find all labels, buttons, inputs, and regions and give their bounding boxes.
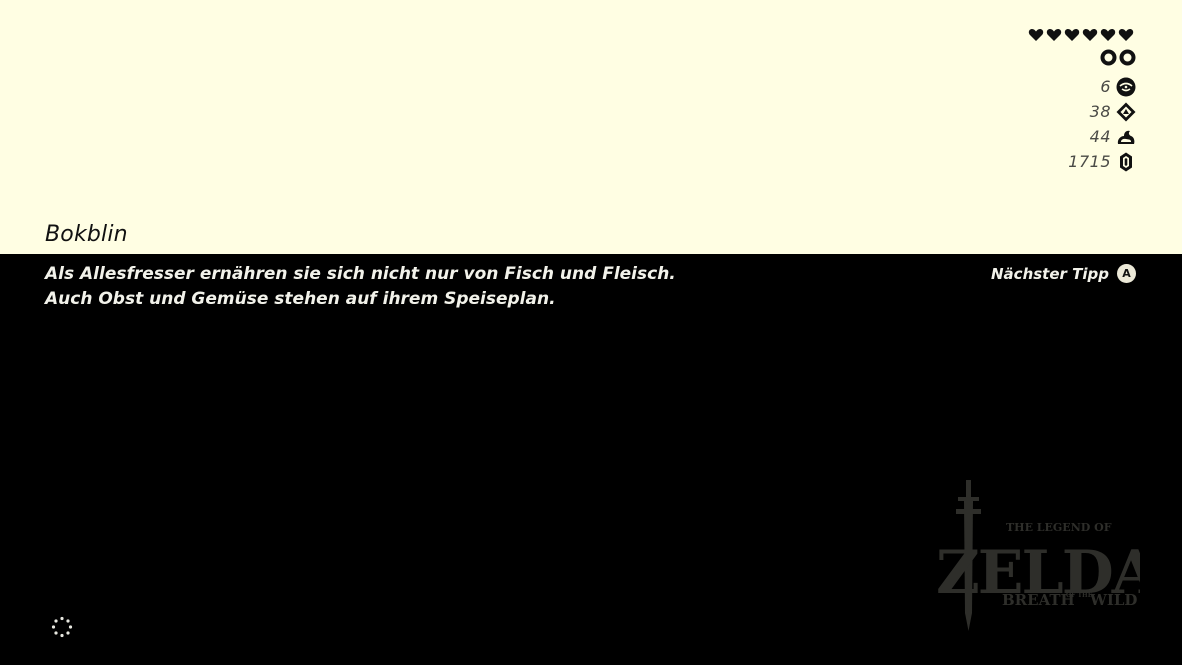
monster-piece-count: 44 [1089, 127, 1111, 146]
loading-spinner-icon [51, 616, 73, 638]
tip-text: Als Allesfresser ernähren sie sich nicht… [45, 262, 805, 312]
monster-piece-icon [1116, 127, 1136, 147]
resource-list: 6 38 44 1715 [1068, 74, 1136, 174]
logo-line-3: BREATH [1002, 591, 1075, 609]
heart-icon [1118, 27, 1134, 43]
korok-seed-counter: 6 [1100, 74, 1136, 99]
rupee-counter: 1715 [1068, 149, 1136, 174]
heart-icon [1028, 27, 1044, 43]
heart-icon [1082, 27, 1098, 43]
tip-line: Auch Obst und Gemüse stehen auf ihrem Sp… [45, 289, 556, 309]
tip-line: Als Allesfresser ernähren sie sich nicht… [45, 264, 676, 284]
korok-seed-icon [1116, 77, 1136, 97]
heart-icon [1100, 27, 1116, 43]
korok-seed-count: 6 [1100, 77, 1111, 96]
spirit-orb-icon [1116, 102, 1136, 122]
logo-line-4: WILD [1089, 591, 1137, 609]
heart-icon [1046, 27, 1062, 43]
stamina-wheel-row [1100, 49, 1136, 66]
logo-line-1: THE LEGEND OF [1006, 521, 1112, 534]
stamina-wheel-icon [1100, 49, 1117, 66]
spirit-orb-count: 38 [1089, 102, 1111, 121]
a-button-icon: A [1117, 264, 1136, 283]
next-tip-label: Nächster Tipp [991, 264, 1109, 283]
stamina-wheel-icon [1119, 49, 1136, 66]
top-panel: 6 38 44 1715 Bokblin [0, 0, 1182, 254]
hearts-row [1028, 27, 1134, 43]
heart-icon [1064, 27, 1080, 43]
monster-piece-counter: 44 [1090, 124, 1136, 149]
spirit-orb-counter: 38 [1090, 99, 1136, 124]
logo-line-3b: OF THE [1066, 592, 1093, 599]
next-tip-button[interactable]: Nächster Tipp A [991, 264, 1136, 283]
rupee-icon [1116, 152, 1136, 172]
rupee-count: 1715 [1068, 152, 1111, 171]
tip-title: Bokblin [45, 222, 128, 247]
zelda-logo: THE LEGEND OF ZELDA BREATH OF THE WILD [930, 475, 1162, 635]
